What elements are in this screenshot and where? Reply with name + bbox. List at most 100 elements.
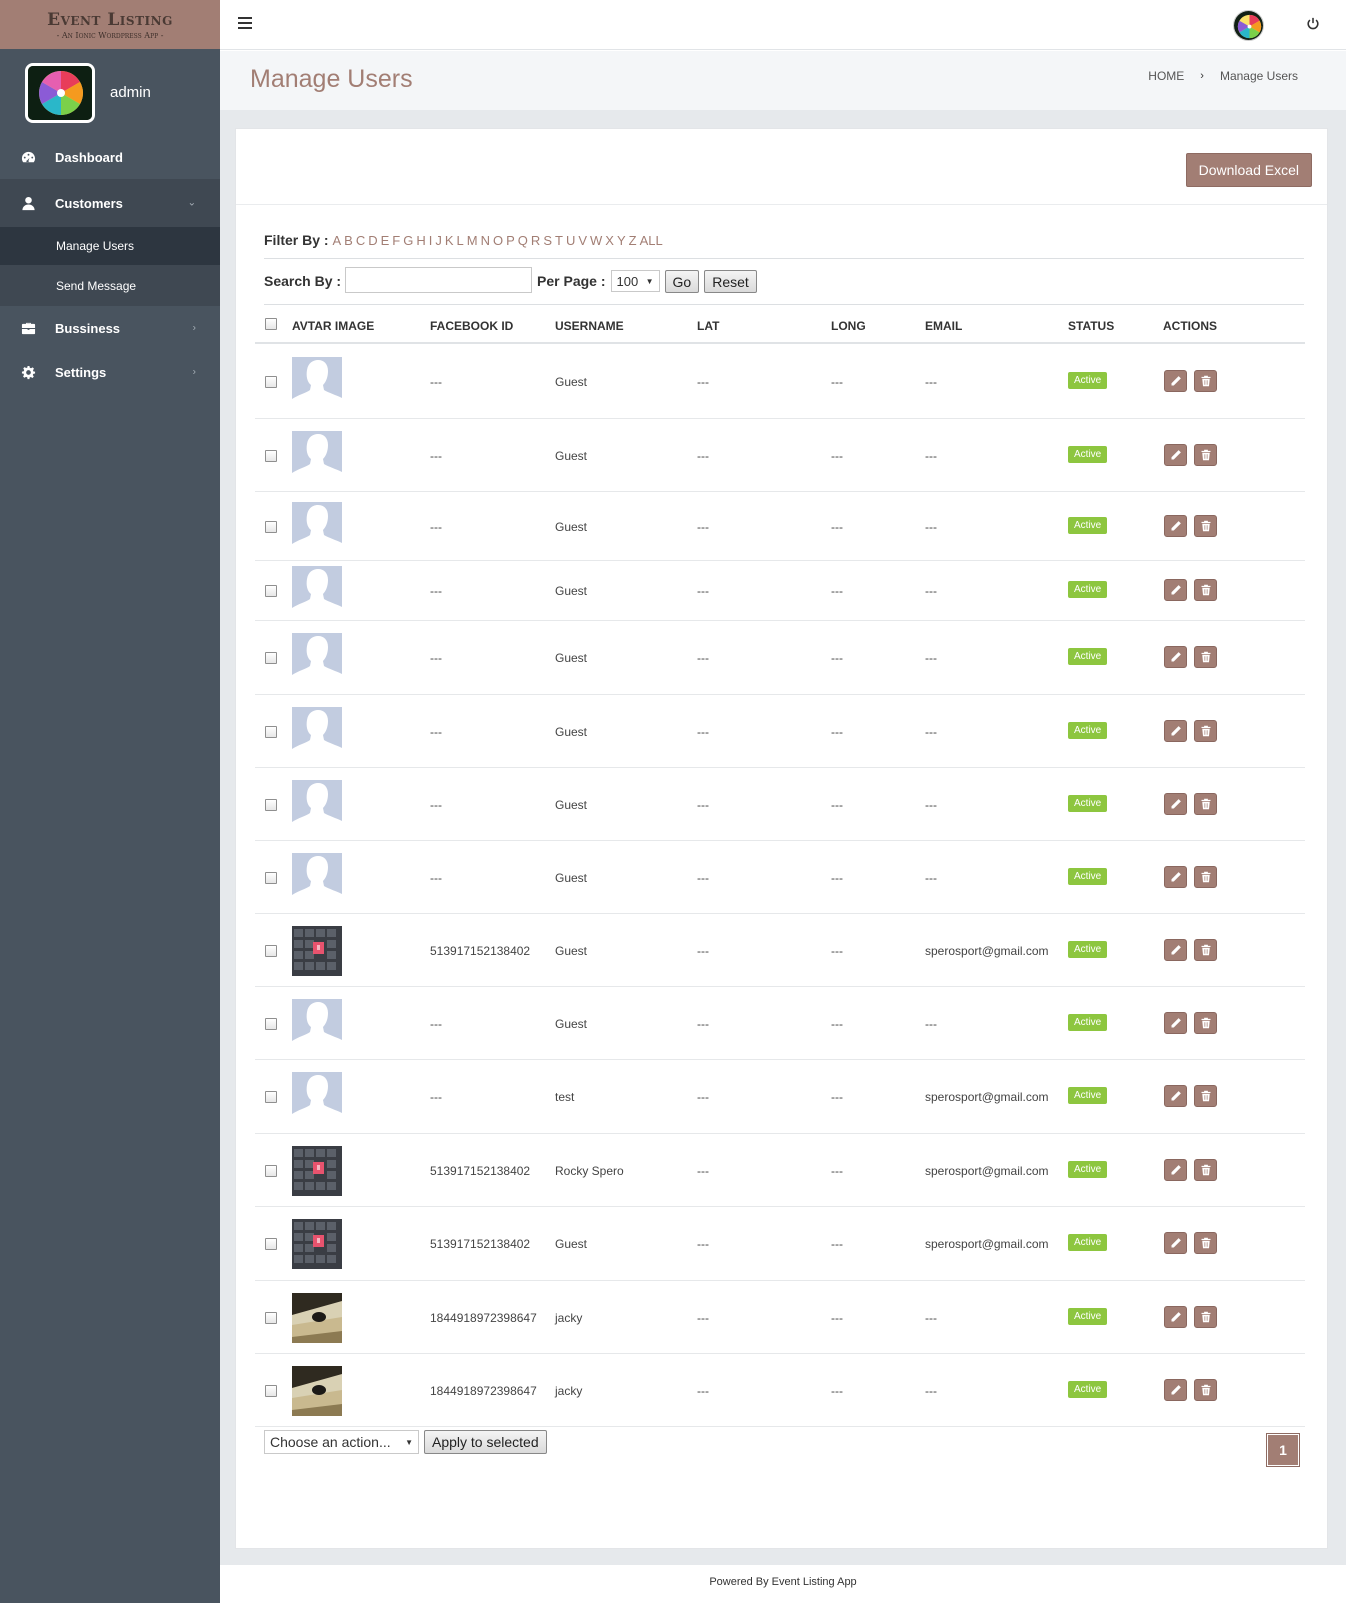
delete-button[interactable]: [1194, 1012, 1217, 1034]
edit-button[interactable]: [1164, 515, 1187, 537]
bulk-action-select[interactable]: Choose an action... ▼: [264, 1430, 419, 1454]
sidebar-item-settings[interactable]: Settings ›: [0, 350, 220, 394]
row-checkbox[interactable]: [265, 450, 277, 462]
cell-lat: ---: [697, 1237, 709, 1251]
edit-button[interactable]: [1164, 444, 1187, 466]
filter-letter-i[interactable]: I: [429, 233, 433, 248]
edit-button[interactable]: [1164, 866, 1187, 888]
filter-letter-s[interactable]: S: [543, 233, 552, 248]
delete-button[interactable]: [1194, 1232, 1217, 1254]
row-checkbox[interactable]: [265, 1018, 277, 1030]
table-row: 1844918972398647 jacky --- --- --- Active: [255, 1354, 1305, 1427]
filter-letter-e[interactable]: E: [381, 233, 390, 248]
row-checkbox[interactable]: [265, 945, 277, 957]
filter-letter-q[interactable]: Q: [518, 233, 528, 248]
delete-button[interactable]: [1194, 370, 1217, 392]
delete-button[interactable]: [1194, 866, 1217, 888]
edit-button[interactable]: [1164, 370, 1187, 392]
row-checkbox[interactable]: [265, 652, 277, 664]
row-checkbox[interactable]: [265, 1312, 277, 1324]
row-checkbox[interactable]: [265, 521, 277, 533]
filter-letter-v[interactable]: V: [578, 233, 587, 248]
delete-button[interactable]: [1194, 1306, 1217, 1328]
sidebar-item-customers[interactable]: Customers ⌄: [0, 179, 220, 227]
filter-letter-d[interactable]: D: [368, 233, 377, 248]
delete-button[interactable]: [1194, 720, 1217, 742]
breadcrumb-home[interactable]: HOME: [1148, 69, 1184, 83]
edit-button[interactable]: [1164, 1379, 1187, 1401]
row-checkbox[interactable]: [265, 1238, 277, 1250]
pencil-icon: [1170, 1090, 1182, 1102]
user-avatar[interactable]: [1233, 10, 1264, 41]
filter-letter-c[interactable]: C: [356, 233, 365, 248]
edit-button[interactable]: [1164, 646, 1187, 668]
filter-letter-w[interactable]: W: [590, 233, 602, 248]
column-header-username: USERNAME: [555, 319, 624, 333]
sidebar-subitem-label: Manage Users: [56, 239, 135, 253]
filter-letter-o[interactable]: O: [493, 233, 503, 248]
hamburger-menu-icon[interactable]: [238, 17, 252, 31]
row-checkbox[interactable]: [265, 376, 277, 388]
sidebar-item-dashboard[interactable]: Dashboard: [0, 136, 220, 179]
delete-button[interactable]: [1194, 1159, 1217, 1181]
edit-button[interactable]: [1164, 1012, 1187, 1034]
filter-letter-n[interactable]: N: [481, 233, 490, 248]
edit-button[interactable]: [1164, 1306, 1187, 1328]
column-header-status: STATUS: [1068, 319, 1115, 333]
delete-button[interactable]: [1194, 1379, 1217, 1401]
filter-letter-l[interactable]: L: [457, 233, 464, 248]
row-checkbox[interactable]: [265, 1165, 277, 1177]
edit-button[interactable]: [1164, 1159, 1187, 1181]
filter-letter-r[interactable]: R: [531, 233, 540, 248]
per-page-label: Per Page :: [537, 273, 606, 289]
filter-letter-a[interactable]: A: [332, 233, 341, 248]
filter-letter-u[interactable]: U: [566, 233, 575, 248]
sidebar-item-bussiness[interactable]: Bussiness ›: [0, 306, 220, 350]
power-icon[interactable]: [1306, 17, 1322, 33]
sidebar-subitem-send-message[interactable]: Send Message: [0, 265, 220, 306]
pagination-page-1[interactable]: 1: [1266, 1433, 1300, 1467]
edit-button[interactable]: [1164, 1232, 1187, 1254]
delete-button[interactable]: [1194, 579, 1217, 601]
brand-logo[interactable]: Event Listing - An Ionic Wordpress App -: [0, 0, 220, 49]
delete-button[interactable]: [1194, 515, 1217, 537]
filter-letter-f[interactable]: F: [392, 233, 400, 248]
filter-letter-p[interactable]: P: [506, 233, 515, 248]
row-checkbox[interactable]: [265, 872, 277, 884]
filter-letter-y[interactable]: Y: [617, 233, 626, 248]
filter-letter-z[interactable]: Z: [629, 233, 637, 248]
apply-to-selected-button[interactable]: Apply to selected: [424, 1430, 547, 1454]
filter-letter-x[interactable]: X: [605, 233, 614, 248]
delete-button[interactable]: [1194, 444, 1217, 466]
select-all-checkbox[interactable]: [265, 318, 277, 330]
row-checkbox[interactable]: [265, 799, 277, 811]
reset-button[interactable]: Reset: [704, 270, 757, 293]
filter-letter-all[interactable]: ALL: [640, 233, 663, 248]
filter-letter-m[interactable]: M: [467, 233, 478, 248]
filter-letter-b[interactable]: B: [344, 233, 353, 248]
breadcrumb-separator: ›: [1200, 70, 1204, 82]
row-checkbox[interactable]: [265, 1091, 277, 1103]
row-checkbox[interactable]: [265, 585, 277, 597]
row-checkbox[interactable]: [265, 726, 277, 738]
edit-button[interactable]: [1164, 579, 1187, 601]
delete-button[interactable]: [1194, 939, 1217, 961]
delete-button[interactable]: [1194, 793, 1217, 815]
filter-letter-h[interactable]: H: [416, 233, 425, 248]
edit-button[interactable]: [1164, 939, 1187, 961]
edit-button[interactable]: [1164, 720, 1187, 742]
edit-button[interactable]: [1164, 1085, 1187, 1107]
go-button[interactable]: Go: [664, 270, 700, 293]
filter-letter-j[interactable]: J: [435, 233, 442, 248]
sidebar-subitem-manage-users[interactable]: Manage Users: [0, 227, 220, 265]
edit-button[interactable]: [1164, 793, 1187, 815]
filter-letter-t[interactable]: T: [555, 233, 563, 248]
download-excel-button[interactable]: Download Excel: [1185, 153, 1312, 187]
row-checkbox[interactable]: [265, 1385, 277, 1397]
filter-letter-g[interactable]: G: [403, 233, 413, 248]
filter-letter-k[interactable]: K: [445, 233, 454, 248]
delete-button[interactable]: [1194, 1085, 1217, 1107]
per-page-select[interactable]: 100 ▼: [610, 270, 660, 292]
delete-button[interactable]: [1194, 646, 1217, 668]
search-input[interactable]: [345, 267, 533, 293]
